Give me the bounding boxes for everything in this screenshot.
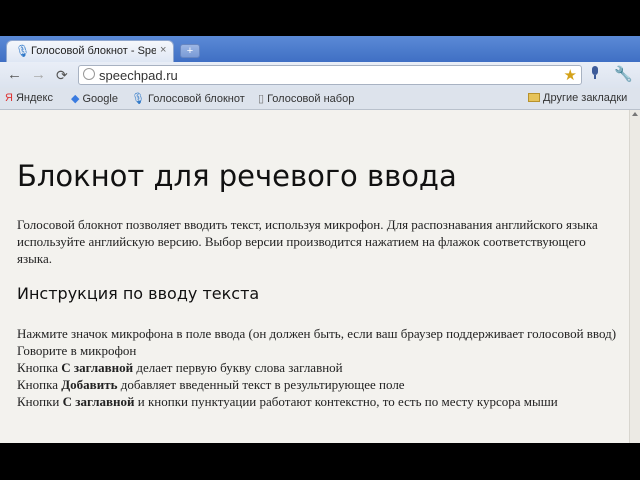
bookmark-voice-notepad[interactable]: 🎙 Голосовой блокнот: [131, 92, 245, 105]
new-tab-button[interactable]: +: [180, 44, 200, 58]
reload-icon[interactable]: ⟳: [56, 66, 68, 84]
bookmark-label: Голосовой набор: [267, 93, 355, 105]
bookmark-label: Google: [82, 93, 118, 105]
instruction-text: делает первую букву слова заглавной: [133, 360, 343, 375]
microphone-stand: [594, 75, 596, 79]
page-title: Блокнот для речевого ввода: [17, 159, 457, 193]
page-icon: [83, 68, 95, 80]
bookmark-label: Яндекс: [15, 92, 53, 104]
instruction-button-name: Добавить: [61, 377, 118, 392]
instruction-line: Кнопки С заглавной и кнопки пунктуации р…: [17, 393, 622, 410]
intro-paragraph: Голосовой блокнот позволяет вводить текс…: [17, 217, 598, 266]
page-bookmark-icon: ▯: [258, 93, 265, 105]
forward-arrow-icon[interactable]: →: [31, 66, 46, 84]
letterbox-top: [0, 0, 640, 36]
tab-strip: 🎙 Голосовой блокнот - Spe × +: [0, 36, 640, 62]
instruction-text: и кнопки пунктуации работают контекстно,…: [134, 394, 558, 409]
instruction-text: добавляет введенный текст в результирующ…: [117, 377, 405, 392]
bookmark-voice-dial[interactable]: ▯ Голосовой набор: [258, 92, 354, 105]
address-bar[interactable]: speechpad.ru ★: [78, 65, 582, 85]
tab-title: Голосовой блокнот - Spe: [31, 45, 156, 57]
instruction-prefix: Кнопки: [17, 394, 63, 409]
instructions-list: Нажмите значок микрофона в поле ввода (о…: [17, 325, 622, 410]
yandex-icon: Я: [5, 92, 13, 104]
instruction-button-name: С заглавной: [61, 360, 134, 375]
instruction-button-name: С заглавной: [62, 394, 135, 409]
back-arrow-icon[interactable]: ←: [7, 66, 22, 84]
close-tab-icon[interactable]: ×: [160, 44, 166, 56]
instruction-prefix: Кнопка: [17, 360, 62, 375]
star-icon[interactable]: ★: [564, 66, 577, 84]
microphone-favicon-icon: 🎙: [15, 44, 31, 58]
bookmark-label: Голосовой блокнот: [147, 93, 245, 105]
tab-voice-notepad[interactable]: 🎙 Голосовой блокнот - Spe ×: [6, 40, 174, 62]
instruction-line: Кнопка Добавить добавляет введенный текс…: [17, 376, 622, 393]
bookmark-yandex[interactable]: Я Яндекс: [5, 92, 53, 104]
microphone-icon[interactable]: [590, 66, 600, 80]
page-content: Блокнот для речевого ввода Голосовой бло…: [0, 110, 629, 443]
instruction-prefix: Кнопка: [17, 377, 62, 392]
instruction-line: Нажмите значок микрофона в поле ввода (о…: [17, 326, 617, 341]
bookmark-label: Другие закладки: [543, 92, 628, 104]
vertical-scrollbar[interactable]: [629, 110, 640, 443]
toolbar: ← → ⟳ speechpad.ru ★ 🔧: [0, 62, 640, 88]
instruction-line: Говорите в микрофон: [17, 343, 137, 358]
microphone-bookmark-icon: 🎙: [131, 93, 145, 105]
bookmark-other-folder[interactable]: Другие закладки: [528, 92, 627, 104]
bookmark-google[interactable]: ◆ Google: [71, 92, 118, 105]
folder-icon: [528, 93, 540, 102]
instruction-line: Кнопка С заглавной делает первую букву с…: [17, 359, 622, 376]
section-heading: Инструкция по вводу текста: [17, 284, 260, 303]
microphone-capsule: [592, 66, 598, 75]
google-icon: ◆: [71, 93, 80, 105]
bookmarks-bar: Я Яндекс ◆ Google 🎙 Голосовой блокнот ▯ Голо…: [0, 88, 640, 110]
browser-window: 🎙 Голосовой блокнот - Spe × + ← → ⟳ spee…: [0, 36, 640, 443]
scroll-up-arrow-icon[interactable]: [632, 112, 638, 116]
letterbox-bottom: [0, 443, 640, 480]
wrench-icon[interactable]: 🔧: [614, 65, 633, 83]
url-text[interactable]: speechpad.ru: [99, 68, 178, 83]
